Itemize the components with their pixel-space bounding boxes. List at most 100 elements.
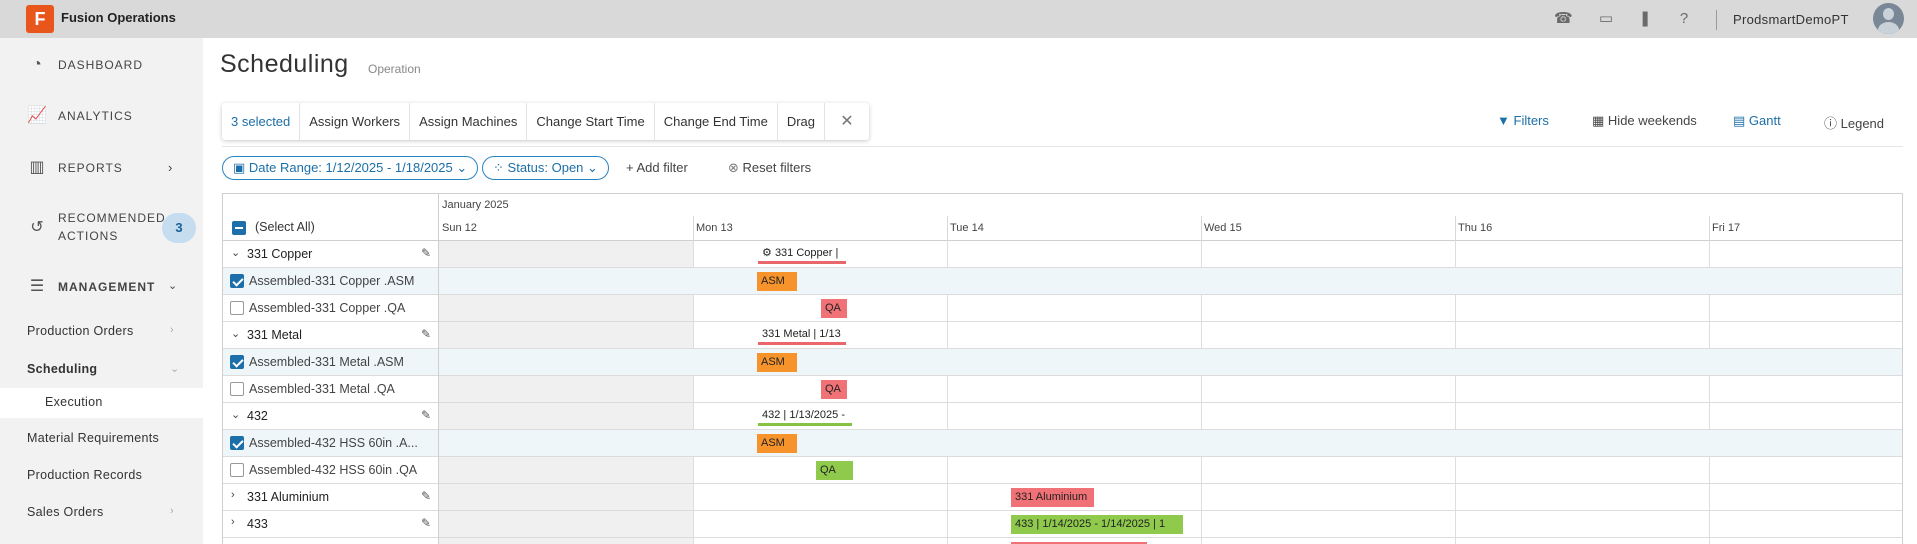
status-label: Status: Open [507,160,584,175]
row-checkbox[interactable] [230,436,244,450]
hide-weekends-button[interactable]: ▦ Hide weekends [1592,113,1697,129]
chevron-down-icon[interactable]: ⌄ [231,408,240,421]
filters-button[interactable]: ▼ Filters [1497,113,1549,128]
select-all-checkbox[interactable] [232,221,246,235]
status-filter-chip[interactable]: ⁘ Status: Open ⌄ [482,156,609,180]
sidebar-subitem-material-requirements[interactable]: Material Requirements [0,423,203,455]
gantt-task-bar[interactable]: ASM [757,434,797,453]
legend-label: Legend [1840,116,1885,131]
table-row[interactable]: ⌄ 331 Copper ✎ [223,241,1902,268]
edit-icon[interactable]: ✎ [421,516,431,530]
chevron-right-icon[interactable]: › [231,489,235,501]
clear-circle-icon: ⊗ [728,160,739,175]
legend-button[interactable]: ⓘ Legend [1824,113,1884,132]
gantt-task-bar[interactable]: QA [816,461,853,480]
reset-filters-button[interactable]: ⊗ Reset filters [728,160,811,176]
day-separator [1709,216,1710,241]
drag-button[interactable]: Drag [778,103,825,140]
reports-icon: ▥ [29,159,45,176]
day-separator [1455,216,1456,241]
phone-icon[interactable]: ☎ [1554,10,1573,28]
chevron-down-icon[interactable]: ⌄ [231,327,240,340]
table-row[interactable]: Assembled-331 Metal .ASM [223,349,1902,376]
day-label: Thu 16 [1458,222,1493,234]
gantt-icon: ▤ [1733,113,1746,128]
change-start-time-button[interactable]: Change Start Time [527,103,655,140]
filters-label: Filters [1513,113,1549,128]
change-end-time-button[interactable]: Change End Time [655,103,778,140]
sidebar-subitem-production-orders[interactable]: Production Orders › [0,316,203,348]
app-title: Fusion Operations [61,10,176,25]
sidebar-subitem-label: Execution [45,395,103,409]
sidebar-subitem-label: Production Records [27,468,143,482]
history-icon: ↺ [30,219,44,236]
operation-label: Assembled-432 HSS 60in .A... [249,436,418,450]
table-row[interactable]: Assembled-331 Metal .QA [223,376,1902,403]
bookmark-icon[interactable]: ❚ [1636,10,1654,28]
status-icon: ⁘ [493,160,504,175]
sidebar-subitem-scheduling[interactable]: Scheduling ⌄ [0,354,203,386]
gantt-task-bar[interactable]: 433 | 1/14/2025 - 1/14/2025 | 1 [1011,515,1183,534]
gantt-task-bar[interactable]: QA [821,299,847,318]
edit-icon[interactable]: ✎ [421,489,431,503]
chevron-right-icon[interactable]: › [231,516,235,528]
chevron-right-icon: › [170,505,174,517]
top-divider [1716,10,1717,30]
table-row[interactable]: Assembled-331 Copper .QA [223,295,1902,322]
gantt-grid: (Select All) January 2025 Sun 12 Mon 13 … [222,193,1903,544]
avatar[interactable] [1873,3,1904,34]
sidebar-item-management[interactable]: ☰ MANAGEMENT ⌄ [0,275,203,299]
row-checkbox[interactable] [230,355,244,369]
gantt-label: Gantt [1748,113,1781,128]
header-divider [222,146,1903,147]
gantt-task-bar[interactable]: 331 Aluminium [1011,488,1094,507]
gantt-group-bar[interactable]: 331 Metal | 1/13 [758,326,846,345]
row-checkbox[interactable] [230,382,244,396]
help-icon[interactable]: ? [1675,10,1693,28]
table-row[interactable]: ⌄ 331 Metal ✎ [223,322,1902,349]
close-icon[interactable]: ✕ [825,103,869,140]
gantt-group-bar[interactable]: ⚙ 331 Copper | [758,245,846,264]
gantt-bar-label: 331 Copper | [774,247,839,259]
gantt-task-bar[interactable]: QA [821,380,847,399]
column-splitter[interactable] [438,194,439,544]
edit-icon[interactable]: ✎ [421,327,431,341]
gantt-task-bar[interactable]: ASM [757,353,797,372]
analytics-icon: 📈 [27,107,47,124]
edit-icon[interactable]: ✎ [421,246,431,260]
sidebar-subitem-execution[interactable]: Execution [0,388,203,418]
row-checkbox[interactable] [230,274,244,288]
page-title: Scheduling [220,50,349,78]
sidebar-item-label-line1: RECOMMENDED [58,211,166,225]
table-row[interactable]: Assembled-432 HSS 60in .QA [223,457,1902,484]
gantt-view-button[interactable]: ▤ Gantt [1733,113,1781,129]
sidebar-subitem-sales-orders[interactable]: Sales Orders › [0,497,203,529]
selected-count: 3 selected [222,103,301,140]
screen-icon[interactable]: ▭ [1597,10,1615,28]
sidebar-subitem-production-records[interactable]: Production Records [0,460,203,492]
assign-machines-button[interactable]: Assign Machines [410,103,528,140]
row-checkbox[interactable] [230,463,244,477]
sidebar-item-reports[interactable]: ▥ REPORTS › [0,156,203,180]
table-row[interactable]: ⌄ 432 ✎ [223,403,1902,430]
chevron-down-icon[interactable]: ⌄ [231,246,240,259]
app-logo[interactable]: F [26,5,54,33]
row-checkbox[interactable] [230,301,244,315]
sidebar-item-recommended-actions[interactable]: ↺ RECOMMENDED ACTIONS 3 [0,208,203,248]
gantt-group-bar[interactable]: 432 | 1/13/2025 - [758,407,852,426]
assign-workers-button[interactable]: Assign Workers [300,103,411,140]
table-row[interactable]: Assembled-432 HSS 60in .A... [223,430,1902,457]
gantt-task-bar[interactable]: ASM [757,272,797,291]
table-row[interactable]: Assembled-331 Copper .ASM [223,268,1902,295]
info-icon: ⓘ [1824,116,1838,131]
date-range-label: Date Range: 1/12/2025 - 1/18/2025 [248,160,453,175]
chevron-right-icon: › [168,160,173,175]
sidebar-item-dashboard[interactable]: ◔ DASHBOARD [0,53,203,77]
user-name[interactable]: ProdsmartDemoPT [1733,12,1849,27]
sidebar-item-analytics[interactable]: 📈 ANALYTICS [0,104,203,128]
add-filter-button[interactable]: + Add filter [626,160,688,175]
sidebar-subitem-label: Production Orders [27,324,134,338]
reset-filters-label: Reset filters [742,160,812,175]
date-range-filter-chip[interactable]: ▣ Date Range: 1/12/2025 - 1/18/2025 ⌄ [222,156,479,180]
edit-icon[interactable]: ✎ [421,408,431,422]
